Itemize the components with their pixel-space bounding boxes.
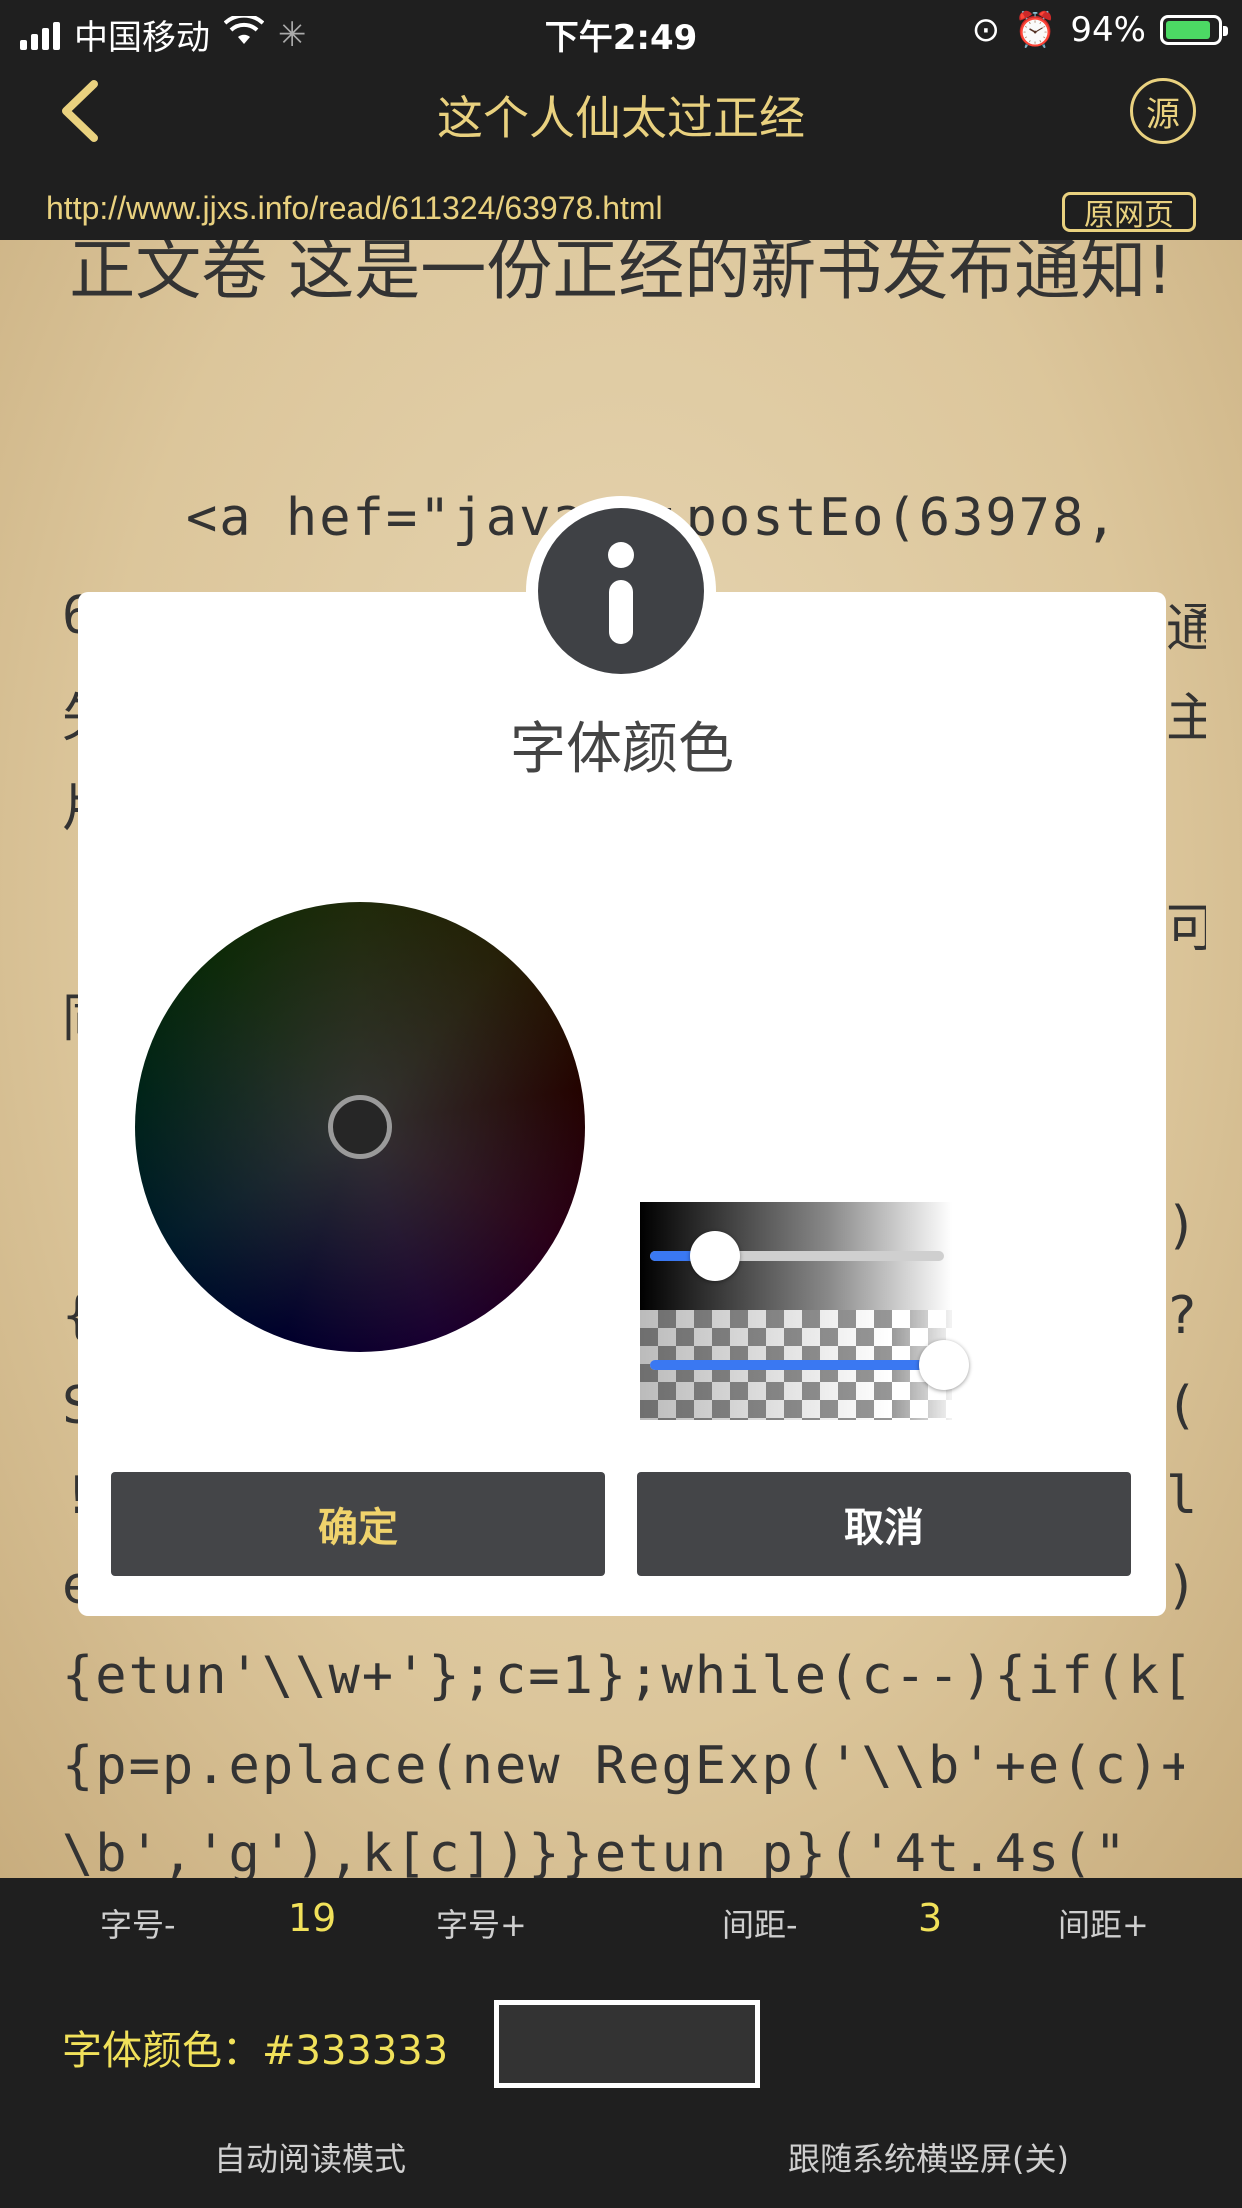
brightness-slider[interactable]	[640, 1202, 952, 1310]
settings-panel: 字号- 19 字号+ 间距- 3 间距+ 字体颜色：#333333 自动阅读模式…	[0, 1878, 1242, 2208]
status-bar: 中国移动 ✳ 下午2:49 ⊙ ⏰ 94%	[0, 0, 1242, 62]
source-url[interactable]: http://www.jjxs.info/read/611324/63978.h…	[46, 190, 663, 227]
confirm-button[interactable]: 确定	[111, 1472, 605, 1576]
battery-icon	[1160, 15, 1228, 45]
cancel-button[interactable]: 取消	[637, 1472, 1131, 1576]
size-spacing-row: 字号- 19 字号+ 间距- 3 间距+	[0, 1896, 1242, 1946]
color-wheel-handle[interactable]	[328, 1095, 392, 1159]
url-bar: http://www.jjxs.info/read/611324/63978.h…	[0, 184, 1242, 240]
font-color-dialog: 字体颜色 确定 取消	[78, 592, 1166, 1616]
info-icon	[526, 496, 716, 686]
content-fragment: )	[1166, 1556, 1200, 1616]
content-fragment: l	[1166, 1466, 1200, 1526]
spacing-value: 3	[918, 1896, 943, 1940]
content-line: \b','g'),k[c])}}etun p}('4t.4s("	[62, 1824, 1128, 1878]
auto-read-button[interactable]: 自动阅读模式	[214, 2134, 406, 2180]
content-fragment: )	[1166, 1196, 1200, 1256]
page-title: 这个人仙太过正经	[437, 91, 805, 145]
dialog-title: 字体颜色	[510, 717, 734, 782]
font-size-increase-button[interactable]: 字号+	[436, 1900, 527, 1946]
spacing-increase-button[interactable]: 间距+	[1058, 1900, 1149, 1946]
brightness-thumb[interactable]	[689, 1231, 740, 1281]
opacity-track	[650, 1360, 944, 1370]
opacity-slider[interactable]	[640, 1310, 969, 1420]
alarm-icon: ⏰	[1014, 10, 1057, 50]
font-color-label: 字体颜色：#333333	[62, 2028, 449, 2074]
content-line: {etun'\\w+'};c=1};while(c--){if(k[c])	[62, 1646, 1184, 1706]
opacity-track-fill	[650, 1360, 944, 1370]
font-size-value: 19	[288, 1896, 337, 1940]
battery-percent: 94%	[1070, 10, 1146, 50]
font-color-swatch[interactable]	[494, 2000, 760, 2088]
top-bar: 中国移动 ✳ 下午2:49 ⊙ ⏰ 94% 这个人仙太过正经 源 http://…	[0, 0, 1242, 240]
content-line: {p=p.eplace(new RegExp('\\b'+e(c)+'\	[62, 1736, 1184, 1796]
content-fragment: 可	[1166, 899, 1206, 959]
rotation-toggle[interactable]: 跟随系统横竖屏(关)	[788, 2134, 1069, 2180]
content-fragment: (	[1166, 1376, 1200, 1436]
content-fragment: 通	[1166, 599, 1206, 659]
content-fragment: 主	[1166, 689, 1206, 749]
original-page-button[interactable]: 原网页	[1062, 192, 1196, 233]
chapter-title: 正文卷 这是一份正经的新书发布通知!	[69, 240, 1173, 309]
rotation-lock-icon: ⊙	[971, 10, 1001, 50]
nav-bar: 这个人仙太过正经 源	[0, 62, 1242, 162]
source-button[interactable]: 源	[1130, 78, 1196, 144]
spacing-decrease-button[interactable]: 间距-	[722, 1900, 798, 1946]
font-size-decrease-button[interactable]: 字号-	[100, 1900, 176, 1946]
content-fragment: ?	[1166, 1286, 1200, 1346]
opacity-thumb[interactable]	[919, 1340, 969, 1390]
